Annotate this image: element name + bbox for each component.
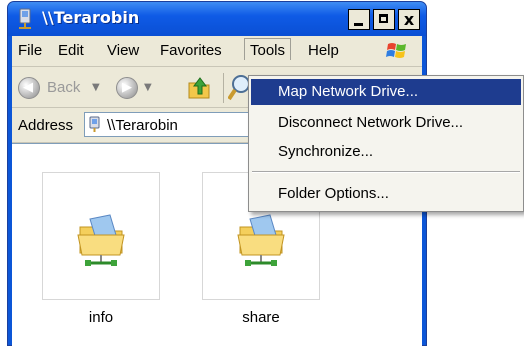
menu-edit[interactable]: Edit — [58, 42, 84, 59]
maximize-icon — [379, 14, 388, 23]
menu-item-folder-options[interactable]: Folder Options... — [251, 181, 521, 207]
menu-file[interactable]: File — [18, 42, 42, 59]
toolbar-separator — [223, 73, 224, 103]
tools-menu-dropdown: Map Network Drive... Disconnect Network … — [248, 75, 524, 212]
windows-logo-icon — [386, 43, 406, 58]
network-share-icon — [77, 214, 125, 266]
folder-item-info[interactable] — [42, 172, 160, 300]
menu-item-disconnect-network-drive[interactable]: Disconnect Network Drive... — [251, 110, 521, 136]
forward-icon[interactable]: ▶ — [116, 77, 138, 99]
back-icon[interactable]: ◀ — [18, 77, 40, 99]
network-computer-icon — [89, 116, 100, 132]
forward-dropdown-icon[interactable]: ▼ — [144, 82, 152, 93]
menu-item-synchronize[interactable]: Synchronize... — [251, 139, 521, 165]
address-value: \\Terarobin — [107, 117, 178, 134]
close-icon: x — [403, 10, 415, 29]
menu-help[interactable]: Help — [308, 42, 339, 59]
maximize-button[interactable] — [373, 9, 395, 30]
minimize-icon — [354, 23, 363, 26]
window-title: \\Terarobin — [42, 8, 140, 27]
network-computer-icon — [19, 8, 31, 29]
close-button[interactable]: x — [398, 9, 420, 30]
folder-item-label[interactable]: info — [42, 309, 160, 326]
menu-item-map-network-drive[interactable]: Map Network Drive... — [251, 79, 521, 105]
up-folder-icon[interactable] — [187, 74, 211, 100]
title-bar[interactable]: \\Terarobin x — [8, 2, 426, 36]
menu-tools[interactable]: Tools — [244, 38, 292, 60]
network-share-icon — [237, 214, 285, 266]
menu-bar: File Edit View Favorites Tools Help — [12, 36, 422, 67]
address-label: Address — [18, 117, 74, 134]
menu-favorites[interactable]: Favorites — [160, 42, 222, 59]
folder-item-label[interactable]: share — [202, 309, 320, 326]
menu-view[interactable]: View — [107, 42, 139, 59]
back-dropdown-icon[interactable]: ▼ — [92, 82, 100, 93]
menu-separator — [252, 171, 520, 173]
back-button-label[interactable]: Back — [47, 79, 80, 96]
minimize-button[interactable] — [348, 9, 370, 30]
